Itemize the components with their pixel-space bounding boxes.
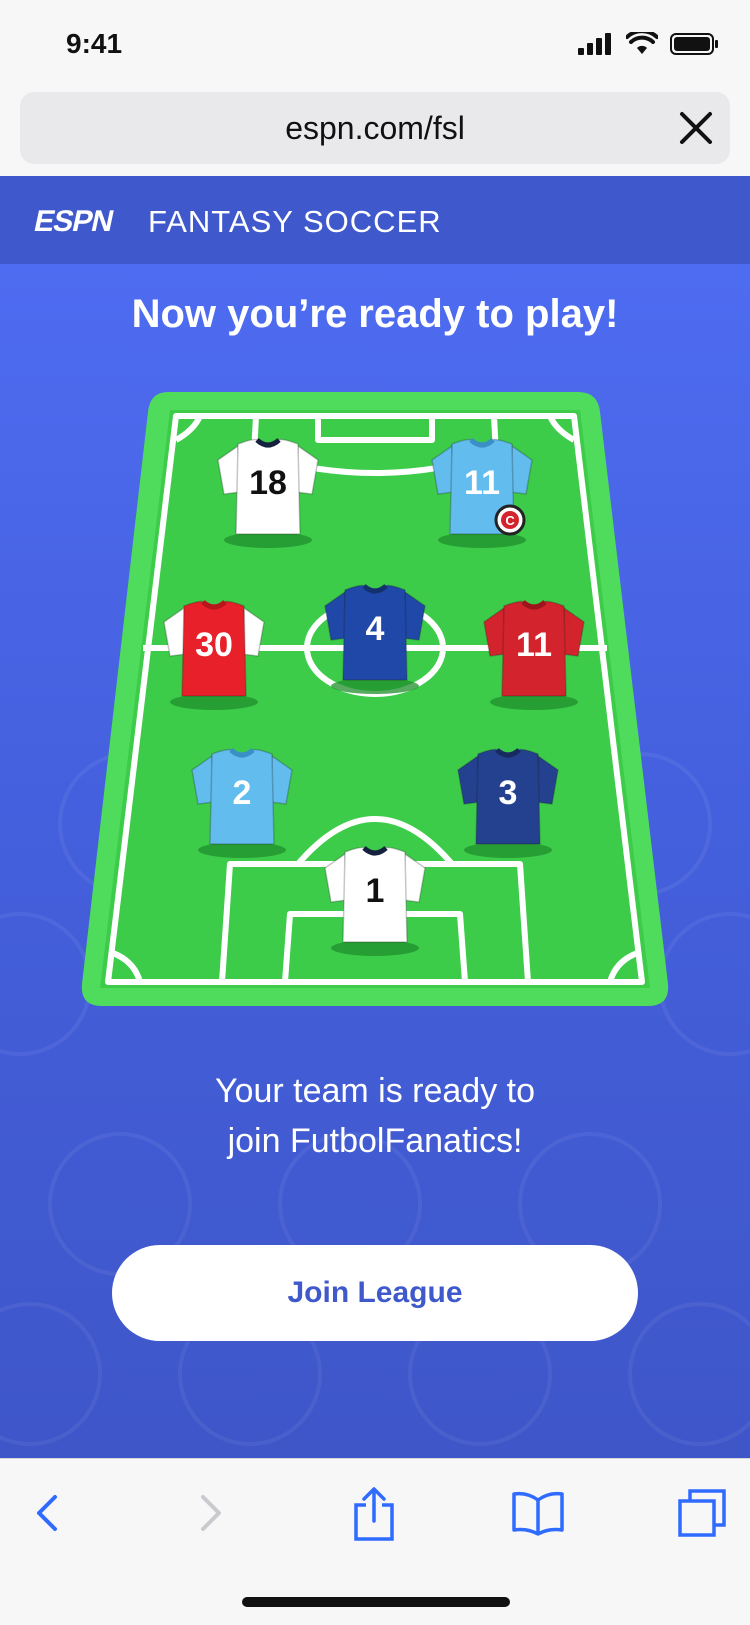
captain-badge: C [494,504,526,536]
jersey-number: 4 [366,610,385,648]
bookmarks-icon [512,1491,564,1536]
espn-logo: ESPN [32,206,116,234]
jersey-number: 30 [195,626,233,664]
forward-button[interactable] [180,1483,240,1543]
cellular-signal-icon [578,33,611,55]
tabs-button[interactable] [672,1483,732,1543]
browser-chrome: espn.com/fsl [0,88,750,176]
battery-icon [670,33,718,55]
close-icon[interactable] [678,110,714,146]
join-league-button[interactable]: Join League [112,1245,638,1341]
status-time: 9:41 [66,28,123,59]
share-button[interactable] [344,1483,404,1543]
back-button[interactable] [18,1483,78,1543]
jersey-number: 11 [464,464,500,502]
status-bar: 9:41 [0,0,750,88]
wifi-icon [626,32,658,54]
jersey-number: 1 [366,872,385,910]
main-content: Now you’re ready to play! 18 11 C 30 4 11 2 3 1 … [0,264,750,1458]
home-indicator [242,1597,510,1607]
share-icon [354,1487,394,1541]
jersey-number: 18 [249,464,287,502]
captain-badge-label: C [505,513,515,528]
status-icons [578,32,720,56]
svg-text:ESPN: ESPN [32,206,116,234]
bookmarks-button[interactable] [508,1483,568,1543]
address-bar[interactable]: espn.com/fsl [20,92,730,164]
jersey-number: 2 [233,774,252,812]
jersey-number: 11 [516,626,552,664]
team-ready-message-line1: Your team is ready to [214,1072,536,1110]
team-ready-message-line2: join FutbolFanatics! [227,1122,523,1160]
jersey-number: 3 [499,774,518,812]
back-icon [37,1495,57,1531]
forward-icon [201,1495,221,1531]
tabs-icon [678,1489,726,1537]
url-text[interactable]: espn.com/fsl [20,110,730,147]
browser-toolbar [0,1458,750,1625]
app-header: ESPN FANTASY SOCCER [0,176,750,264]
brand-title: FANTASY SOCCER [148,204,442,239]
